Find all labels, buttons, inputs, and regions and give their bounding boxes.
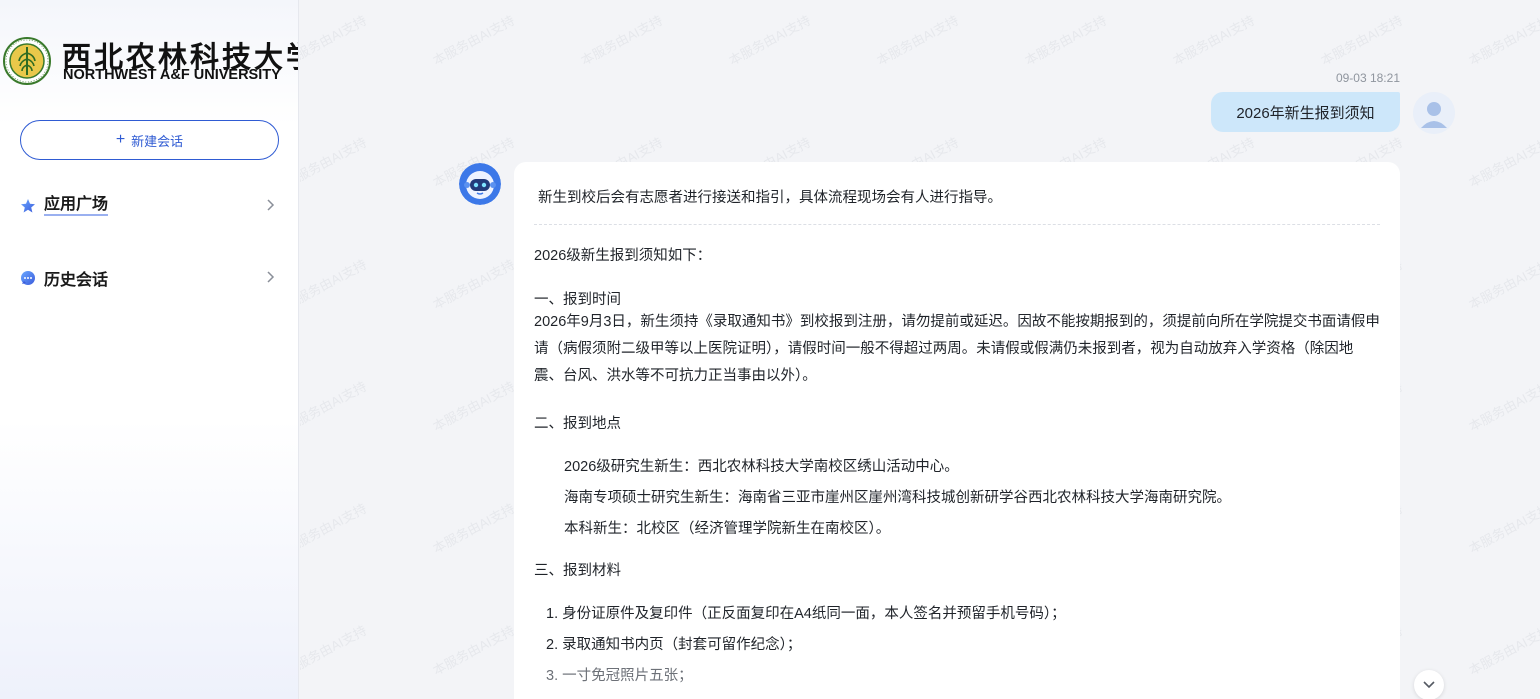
robot-avatar-icon [459, 163, 501, 205]
university-seal-icon [3, 37, 51, 85]
message-timestamp: 09-03 18:21 [1335, 71, 1400, 85]
watermark-text: 本服务由AI支持 [1466, 134, 1540, 191]
chat-bubble-icon [21, 271, 35, 285]
user-message-bubble: 2026年新生报到须知 [1211, 92, 1400, 132]
answer-intro: 2026级新生报到须知如下： [534, 248, 712, 264]
chevron-right-icon [267, 199, 275, 211]
university-logo: 西北农林科技大学 NORTHWEST A&F UNIVERSITY [0, 0, 298, 100]
watermark-text: 本服务由AI支持 [430, 256, 518, 313]
sidebar-item-label: 应用广场 [44, 196, 109, 216]
watermark-text: 本服务由AI支持 [1466, 378, 1540, 435]
star-icon [21, 199, 35, 213]
sidebar-item-app-plaza[interactable]: 应用广场 [20, 192, 279, 220]
watermark-text: 本服务由AI支持 [1466, 500, 1540, 557]
watermark-text: 本服务由AI支持 [300, 378, 370, 435]
watermark-text: 本服务由AI支持 [874, 12, 962, 69]
list-item: 2. 录取通知书内页（封套可留作纪念）； [546, 637, 802, 653]
user-avatar [1413, 92, 1455, 134]
section-paragraph: 2026年9月3日，新生须持《录取通知书》到校报到注册，请勿提前或延迟。因故不能… [534, 314, 1380, 384]
user-avatar-icon [1413, 92, 1455, 134]
answer-divider [534, 224, 1380, 225]
watermark-text: 本服务由AI支持 [300, 12, 370, 69]
chevron-right-icon [267, 271, 275, 283]
list-item: 本科新生：北校区（经济管理学院新生在南校区）。 [564, 521, 891, 537]
section-title: 二、报到地点 [534, 416, 621, 432]
watermark-text: 本服务由AI支持 [726, 12, 814, 69]
list-item: 海南专项硕士研究生新生：海南省三亚市崖州区崖州湾科技城创新研学谷西北农林科技大学… [564, 490, 1231, 506]
answer-summary: 新生到校后会有志愿者进行接送和指引，具体流程现场会有人进行指导。 [538, 190, 1002, 206]
watermark-text: 本服务由AI支持 [300, 256, 370, 313]
section-title: 三、报到材料 [534, 563, 621, 579]
watermark-text: 本服务由AI支持 [1466, 256, 1540, 313]
list-item: 1. 身份证原件及复印件（正反面复印在A4纸同一面，本人签名并预留手机号码）； [546, 606, 1066, 622]
scroll-to-bottom-button[interactable] [1414, 670, 1444, 699]
plus-icon: + [115, 131, 126, 148]
sidebar-item-label: 历史会话 [44, 272, 109, 289]
watermark-text: 本服务由AI支持 [1318, 12, 1406, 69]
watermark-text: 本服务由AI支持 [430, 12, 518, 69]
watermark-text: 本服务由AI支持 [430, 622, 518, 679]
list-item: 3. 一寸免冠照片五张； [546, 668, 693, 684]
watermark-text: 本服务由AI支持 [1466, 622, 1540, 679]
list-item: 2026级研究生新生：西北农林科技大学南校区绣山活动中心。 [564, 459, 959, 475]
assistant-answer-card: 新生到校后会有志愿者进行接送和指引，具体流程现场会有人进行指导。 2026级新生… [514, 162, 1400, 699]
logo-english-name: NORTHWEST A&F UNIVERSITY [63, 67, 281, 83]
watermark-text: 本服务由AI支持 [300, 134, 370, 191]
chat-area: 本服务由AI支持 本服务由AI支持 本服务由AI支持 本服务由AI支持 本服务由AI支持… [300, 0, 1540, 699]
new-chat-button[interactable]: + 新建会话 [20, 120, 279, 160]
sidebar: 西北农林科技大学 NORTHWEST A&F UNIVERSITY + 新建会话… [0, 0, 299, 699]
watermark-text: 本服务由AI支持 [300, 622, 370, 679]
section-title: 一、报到时间 [534, 292, 621, 308]
watermark-text: 本服务由AI支持 [300, 500, 370, 557]
assistant-avatar [459, 163, 501, 205]
watermark-text: 本服务由AI支持 [1022, 12, 1110, 69]
new-chat-label: 新建会话 [131, 133, 184, 149]
chevron-down-icon [1423, 681, 1435, 689]
watermark-text: 本服务由AI支持 [578, 12, 666, 69]
watermark-text: 本服务由AI支持 [430, 378, 518, 435]
sidebar-item-history[interactable]: 历史会话 [20, 264, 279, 292]
watermark-text: 本服务由AI支持 [430, 500, 518, 557]
watermark-text: 本服务由AI支持 [1466, 12, 1540, 69]
watermark-text: 本服务由AI支持 [1170, 12, 1258, 69]
